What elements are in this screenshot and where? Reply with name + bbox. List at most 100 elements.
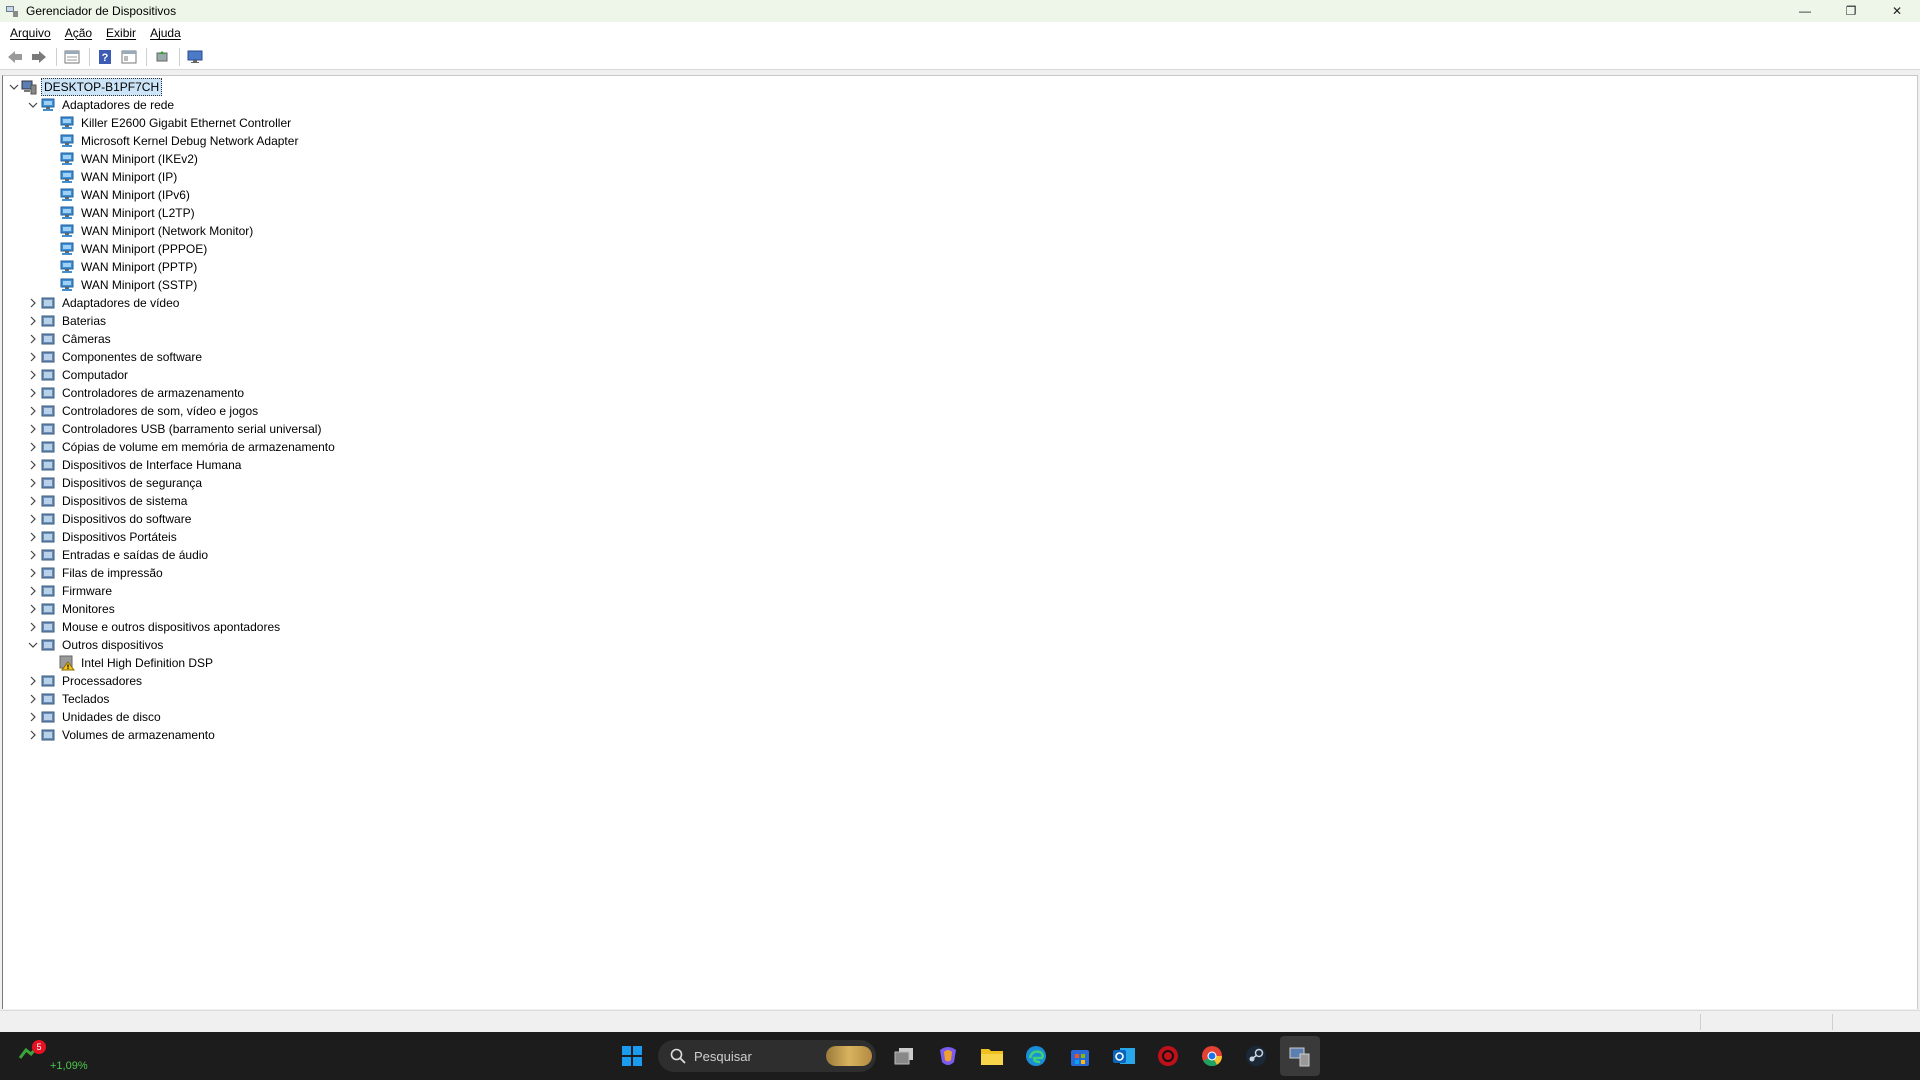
start-icon[interactable] — [612, 1036, 652, 1076]
chevron-right-icon[interactable] — [26, 384, 40, 402]
tree-device[interactable]: WAN Miniport (IP) — [3, 168, 337, 186]
chevron-right-icon[interactable] — [26, 402, 40, 420]
menu-acao[interactable]: Ação — [58, 26, 99, 40]
tree-category-label: Teclados — [62, 692, 110, 706]
monitor-icon — [40, 601, 56, 617]
tree-category[interactable]: Dispositivos Portáteis — [3, 528, 337, 546]
properties-icon[interactable] — [61, 46, 83, 68]
tree-category[interactable]: Dispositivos de sistema — [3, 492, 337, 510]
chrome-icon[interactable] — [1192, 1036, 1232, 1076]
chevron-right-icon[interactable] — [26, 600, 40, 618]
tree-category[interactable]: Controladores de som, vídeo e jogos — [3, 402, 337, 420]
outlook-icon[interactable] — [1104, 1036, 1144, 1076]
file-explorer-icon[interactable] — [972, 1036, 1012, 1076]
chevron-right-icon[interactable] — [26, 708, 40, 726]
tree-category[interactable]: Entradas e saídas de áudio — [3, 546, 337, 564]
chevron-right-icon[interactable] — [26, 618, 40, 636]
chevron-down-icon[interactable] — [7, 78, 21, 96]
tree-category[interactable]: Teclados — [3, 690, 337, 708]
tree-category-label: Controladores USB (barramento serial uni… — [62, 422, 322, 436]
chevron-right-icon[interactable] — [26, 672, 40, 690]
chevron-right-icon[interactable] — [26, 312, 40, 330]
tree-category[interactable]: Outros dispositivos — [3, 636, 337, 654]
tree-device[interactable]: Microsoft Kernel Debug Network Adapter — [3, 132, 337, 150]
tree-device-label: WAN Miniport (SSTP) — [81, 278, 198, 292]
chevron-right-icon[interactable] — [26, 690, 40, 708]
tree-category[interactable]: Controladores USB (barramento serial uni… — [3, 420, 337, 438]
network-adapter-icon — [40, 97, 56, 113]
chevron-down-icon[interactable] — [26, 636, 40, 654]
copilot-icon[interactable] — [928, 1036, 968, 1076]
tree-category[interactable]: Cópias de volume em memória de armazenam… — [3, 438, 337, 456]
minimize-button[interactable]: — — [1782, 0, 1828, 22]
chevron-right-icon[interactable] — [26, 546, 40, 564]
taskbar-search[interactable]: Pesquisar — [658, 1040, 876, 1072]
tree-device[interactable]: WAN Miniport (PPTP) — [3, 258, 337, 276]
menu-ajuda[interactable]: Ajuda — [143, 26, 188, 40]
tree-device[interactable]: WAN Miniport (IKEv2) — [3, 150, 337, 168]
tree-category[interactable]: Computador — [3, 366, 337, 384]
tree-device[interactable]: WAN Miniport (PPPOE) — [3, 240, 337, 258]
tree-category[interactable]: Volumes de armazenamento — [3, 726, 337, 744]
menu-exibir[interactable]: Exibir — [99, 26, 143, 40]
battery-icon — [40, 313, 56, 329]
chevron-right-icon[interactable] — [26, 726, 40, 744]
chevron-right-icon[interactable] — [26, 510, 40, 528]
chevron-right-icon[interactable] — [26, 528, 40, 546]
chevron-right-icon[interactable] — [26, 420, 40, 438]
chevron-right-icon[interactable] — [26, 582, 40, 600]
task-view-icon[interactable] — [884, 1036, 924, 1076]
menu-arquivo[interactable]: Arquivo — [3, 26, 58, 40]
tree-category[interactable]: Monitores — [3, 600, 337, 618]
tree-category[interactable]: Unidades de disco — [3, 708, 337, 726]
tree-category[interactable]: Filas de impressão — [3, 564, 337, 582]
tree-category[interactable]: Dispositivos de segurança — [3, 474, 337, 492]
close-button[interactable]: ✕ — [1874, 0, 1920, 22]
view-icon[interactable] — [118, 46, 140, 68]
device-manager-taskbar-icon[interactable] — [1280, 1036, 1320, 1076]
tree-category[interactable]: Dispositivos de Interface Humana — [3, 456, 337, 474]
security-app-icon[interactable] — [1148, 1036, 1188, 1076]
tree-category[interactable]: Adaptadores de rede — [3, 96, 337, 114]
chevron-right-icon[interactable] — [26, 294, 40, 312]
stock-widget[interactable]: 5 +1,09% — [18, 1040, 98, 1074]
tree-device[interactable]: Intel High Definition DSP — [3, 654, 337, 672]
tree-root[interactable]: DESKTOP-B1PF7CH — [3, 78, 337, 96]
chevron-right-icon[interactable] — [26, 330, 40, 348]
network-adapter-icon — [59, 223, 75, 239]
tree-category[interactable]: Firmware — [3, 582, 337, 600]
chevron-right-icon[interactable] — [26, 492, 40, 510]
chevron-right-icon[interactable] — [26, 348, 40, 366]
steam-icon[interactable] — [1236, 1036, 1276, 1076]
toolbar-separator — [146, 47, 147, 66]
store-icon[interactable] — [1060, 1036, 1100, 1076]
chevron-right-icon[interactable] — [26, 564, 40, 582]
chevron-down-icon[interactable] — [26, 96, 40, 114]
tree-category[interactable]: Processadores — [3, 672, 337, 690]
edge-icon[interactable] — [1016, 1036, 1056, 1076]
tree-category[interactable]: Mouse e outros dispositivos apontadores — [3, 618, 337, 636]
tree-category[interactable]: Adaptadores de vídeo — [3, 294, 337, 312]
tree-device[interactable]: WAN Miniport (Network Monitor) — [3, 222, 337, 240]
tree-device[interactable]: WAN Miniport (IPv6) — [3, 186, 337, 204]
forward-icon[interactable] — [28, 46, 50, 68]
update-driver-icon[interactable] — [151, 46, 173, 68]
help-icon[interactable]: ? — [94, 46, 116, 68]
chevron-right-icon[interactable] — [26, 456, 40, 474]
tree-device[interactable]: Killer E2600 Gigabit Ethernet Controller — [3, 114, 337, 132]
tree-category[interactable]: Baterias — [3, 312, 337, 330]
warning-device-icon — [59, 655, 75, 671]
restore-button[interactable]: ❐ — [1828, 0, 1874, 22]
tree-device[interactable]: WAN Miniport (L2TP) — [3, 204, 337, 222]
monitor-icon[interactable] — [184, 46, 206, 68]
tree-category[interactable]: Componentes de software — [3, 348, 337, 366]
tree-category[interactable]: Câmeras — [3, 330, 337, 348]
back-icon[interactable] — [4, 46, 26, 68]
tree-category-label: Baterias — [62, 314, 107, 328]
tree-category[interactable]: Controladores de armazenamento — [3, 384, 337, 402]
chevron-right-icon[interactable] — [26, 366, 40, 384]
chevron-right-icon[interactable] — [26, 474, 40, 492]
chevron-right-icon[interactable] — [26, 438, 40, 456]
tree-category[interactable]: Dispositivos do software — [3, 510, 337, 528]
tree-device[interactable]: WAN Miniport (SSTP) — [3, 276, 337, 294]
